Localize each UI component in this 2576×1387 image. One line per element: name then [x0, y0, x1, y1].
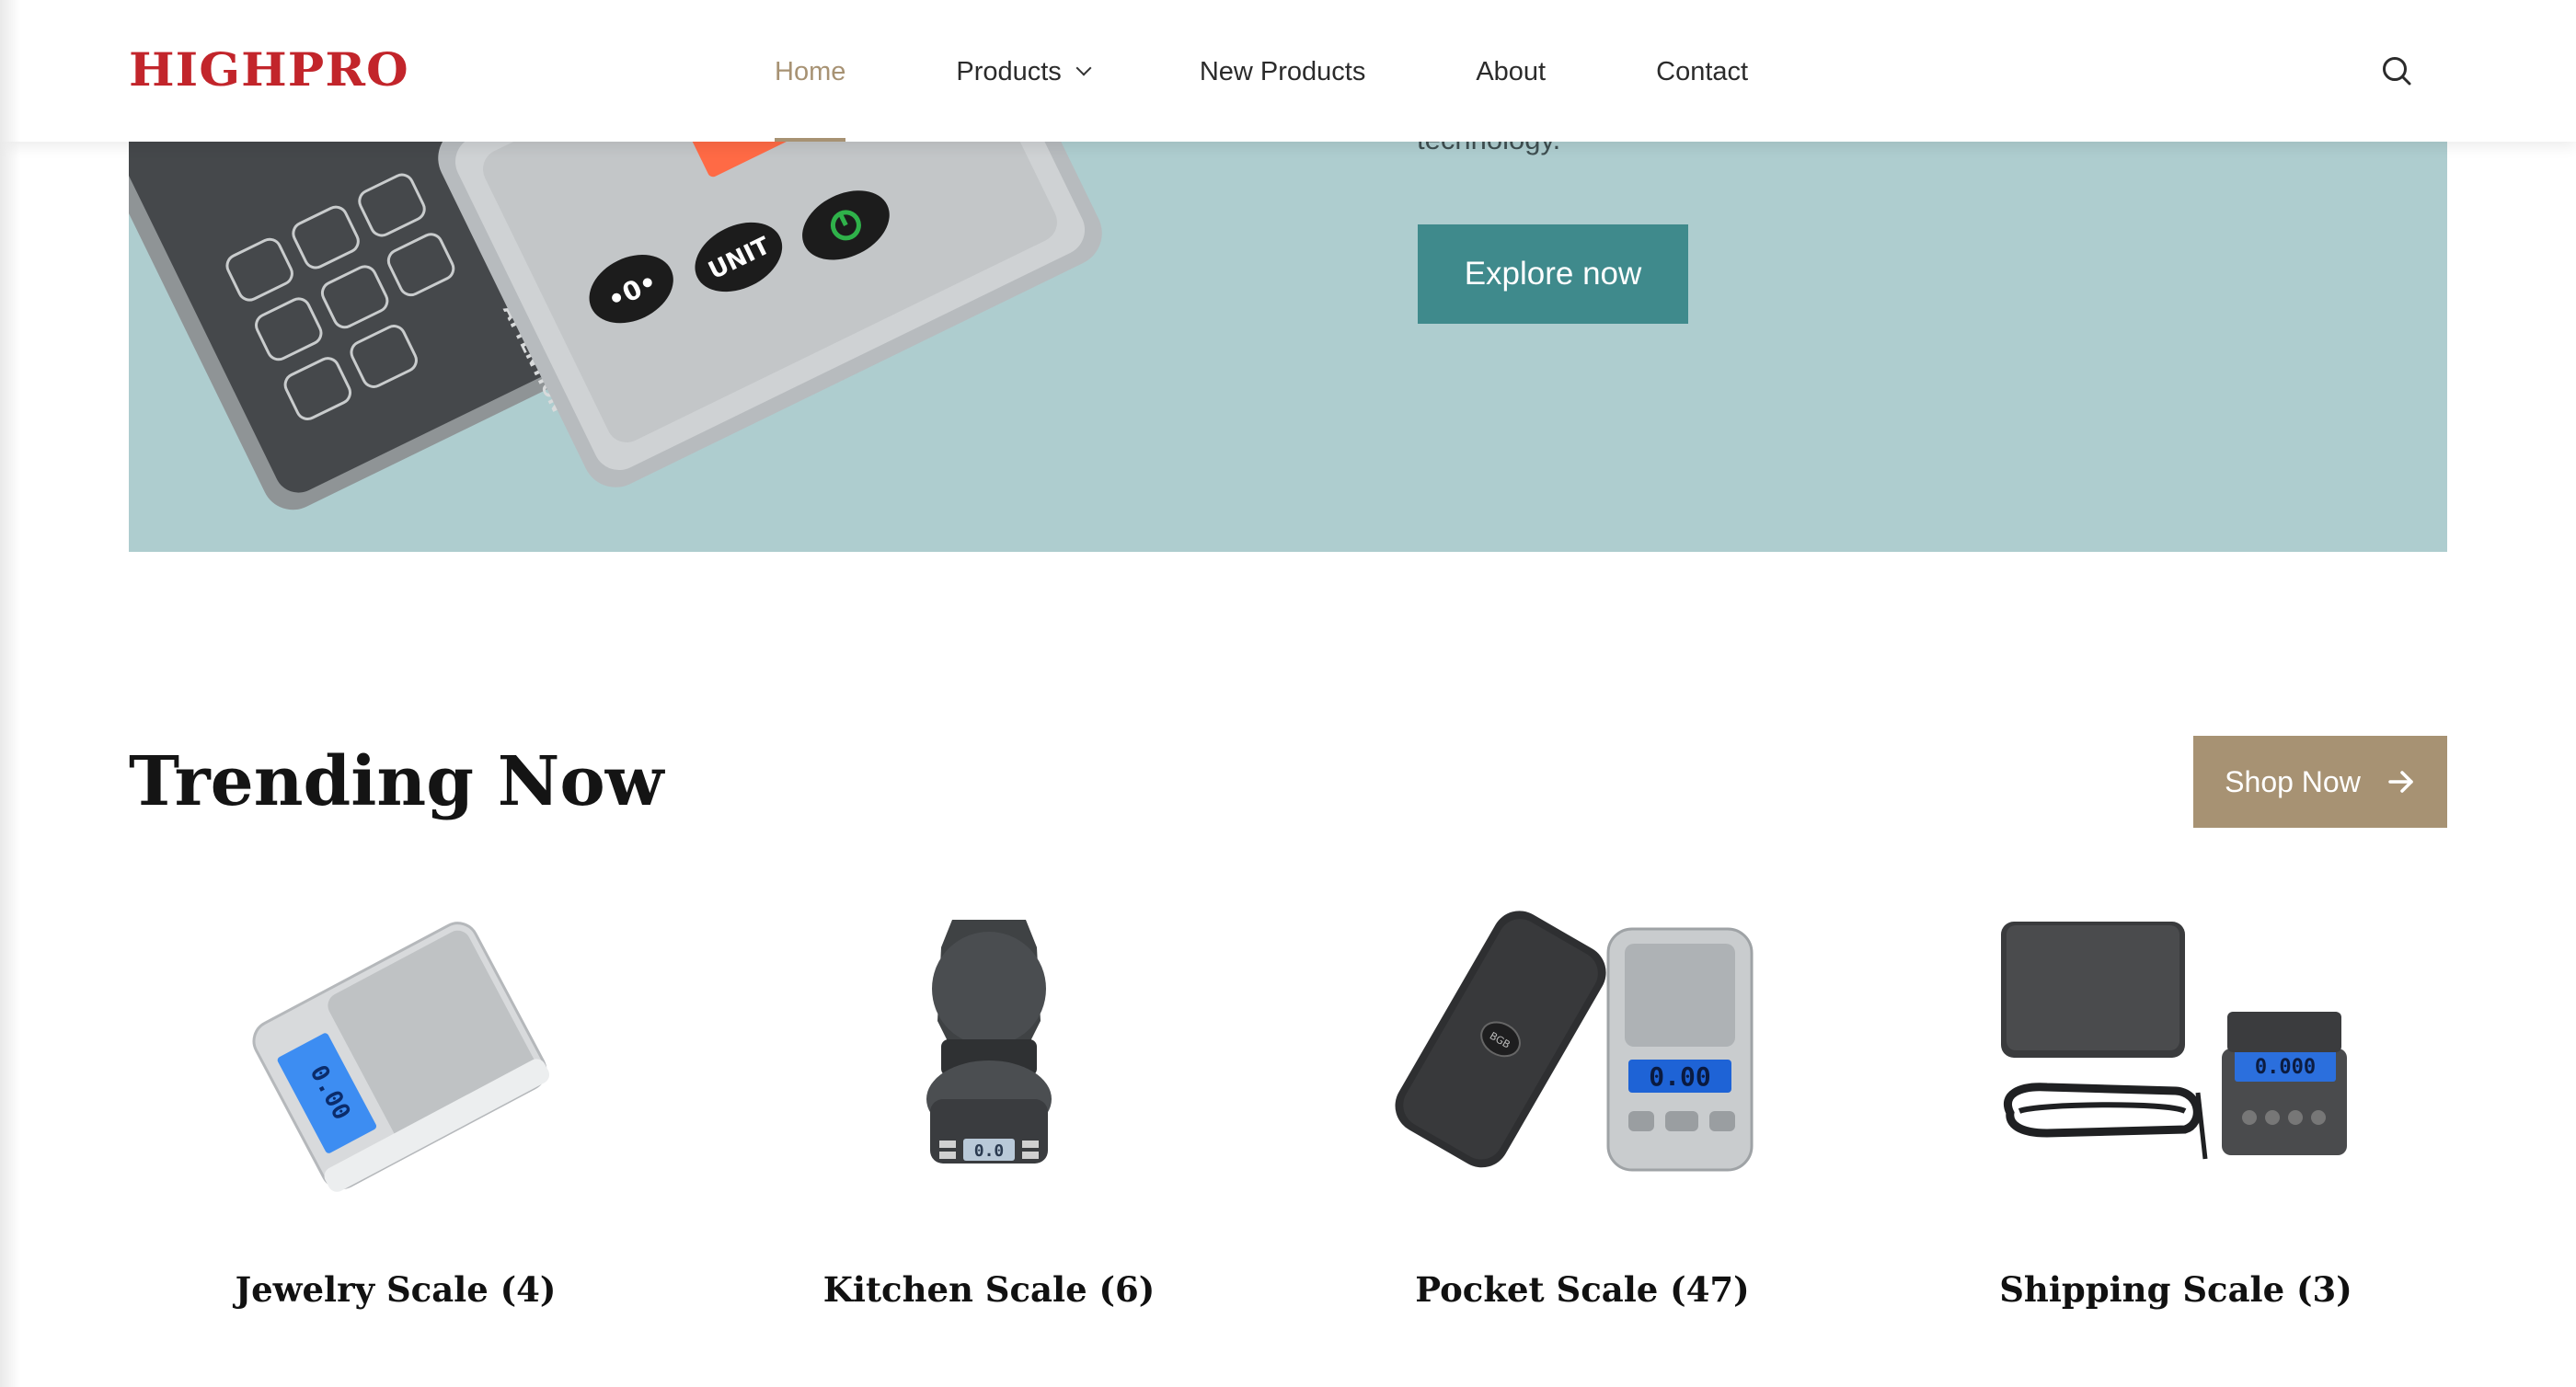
category-label: Kitchen Scale (6): [822, 1269, 1156, 1310]
nav-contact[interactable]: Contact: [1656, 50, 1748, 94]
category-grid: 0.00 Jewelry Scale (4) 0.0 Kitchen Scale…: [129, 883, 2447, 1343]
hero-scale-image: ATTENTION 0.00 •0• UNIT: [129, 142, 1102, 510]
category-card-kitchen[interactable]: 0.0 Kitchen Scale (6): [722, 883, 1256, 1343]
main-nav: Home Products New Products About Contact: [775, 50, 1858, 142]
hero-banner: ATTENTION 0.00 •0• UNIT technology. Expl…: [129, 142, 2447, 552]
shipping-display: 0.000: [2255, 1056, 2316, 1079]
category-label: Shipping Scale (3): [1999, 1269, 2352, 1310]
hero-text: technology.: [1417, 142, 1560, 160]
shop-now-label: Shop Now: [2225, 764, 2361, 798]
category-card-jewelry[interactable]: 0.00 Jewelry Scale (4): [129, 883, 662, 1343]
nav-home[interactable]: Home: [775, 50, 846, 142]
category-label: Jewelry Scale (4): [235, 1269, 557, 1310]
site-header: HIGHPRO Home Products New Products About…: [0, 0, 2576, 142]
nav-about[interactable]: About: [1476, 50, 1546, 94]
explore-now-button[interactable]: Explore now: [1418, 224, 1688, 324]
chevron-down-icon: [1075, 60, 1092, 76]
kitchen-display: 0.0: [974, 1141, 1005, 1161]
arrow-right-icon: [2388, 771, 2413, 793]
pocket-scale-image: BGB 0.00: [1395, 911, 1754, 1172]
category-card-pocket[interactable]: BGB 0.00 Pocket Scale (47): [1316, 883, 1849, 1343]
search-button[interactable]: [2379, 53, 2416, 90]
jewelry-scale-image: 0.00: [252, 922, 550, 1192]
shipping-scale-image: 0.000: [2001, 922, 2347, 1160]
category-card-shipping[interactable]: 0.000 Shipping Scale (3): [1909, 883, 2443, 1343]
kitchen-scale-image: 0.0: [926, 920, 1052, 1163]
nav-new-products-label: New Products: [1199, 56, 1366, 86]
search-icon: [2383, 57, 2411, 86]
shop-now-button[interactable]: Shop Now: [2193, 736, 2447, 828]
nav-new-products[interactable]: New Products: [1200, 50, 1366, 94]
brand-logo[interactable]: HIGHPRO: [129, 46, 409, 94]
nav-about-label: About: [1476, 56, 1547, 86]
nav-products[interactable]: Products: [956, 50, 1092, 94]
nav-contact-label: Contact: [1656, 56, 1749, 86]
trending-title: Trending Now: [129, 742, 664, 821]
pocket-display: 0.00: [1649, 1061, 1710, 1092]
category-label: Pocket Scale (47): [1415, 1269, 1750, 1310]
nav-products-label: Products: [956, 56, 1062, 86]
nav-home-label: Home: [775, 56, 846, 86]
window-edge-shadow: [0, 0, 20, 1387]
